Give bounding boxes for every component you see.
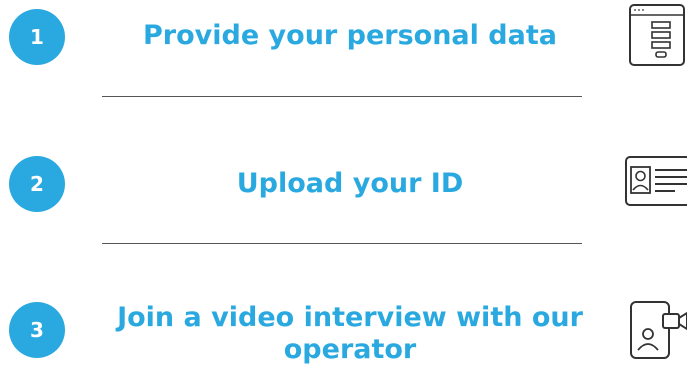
step-title: Join a video interview with our operator: [117, 302, 583, 365]
step-title: Upload your ID: [236, 168, 464, 199]
divider: [102, 243, 582, 244]
step-title: Provide your personal data: [143, 20, 557, 51]
step-number-badge: 3: [9, 302, 65, 358]
video-call-icon: [630, 301, 687, 359]
divider: [102, 96, 582, 97]
id-card-icon: [625, 156, 687, 206]
form-document-icon: [629, 4, 685, 66]
step-number-badge: 1: [9, 9, 65, 65]
step-number-badge: 2: [9, 156, 65, 212]
